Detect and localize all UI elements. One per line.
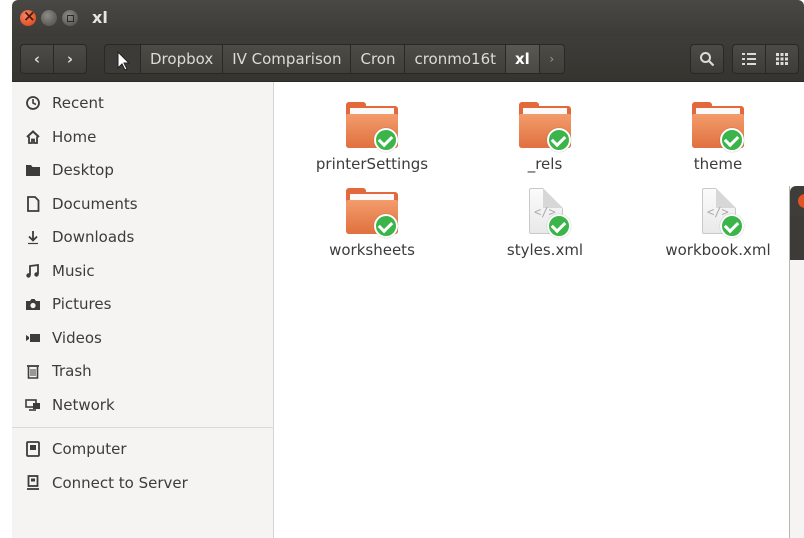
clock-icon [24,94,42,112]
sidebar-item-label: Music [52,262,95,280]
file-item-workbook-xml[interactable]: </> workbook.xml [643,178,793,259]
xml-file-icon: </> [519,188,571,238]
sync-check-icon [374,128,398,152]
sidebar-item-videos[interactable]: Videos [12,322,274,354]
sidebar-item-label: Documents [52,195,138,213]
sync-check-icon [720,128,744,152]
download-icon [24,228,42,246]
file-view: printerSettings _rels theme worksheets <… [275,82,804,538]
file-item-theme[interactable]: theme [643,92,793,173]
folder-icon [346,188,398,238]
file-name: workbook.xml [665,241,771,259]
sync-check-icon [720,214,744,238]
file-item-styles-xml[interactable]: </> styles.xml [470,178,620,259]
list-view-icon [742,53,756,65]
sidebar-item-network[interactable]: Network [12,389,274,421]
folder-icon [24,161,42,179]
xml-file-icon: </> [692,188,744,238]
server-icon [24,474,42,492]
sidebar-item-connect-to-server[interactable]: Connect to Server [12,467,274,499]
background-window-toolbar [790,216,804,260]
sync-check-icon [547,128,571,152]
sidebar-item-trash[interactable]: Trash [12,355,274,387]
maximize-window-button[interactable] [62,10,78,26]
mouse-pointer-icon [117,50,131,71]
file-name: theme [693,155,743,173]
chevron-right-icon: › [66,50,74,68]
sidebar-item-label: Home [52,128,97,146]
home-icon [24,128,42,146]
sidebar-item-label: Trash [52,362,92,380]
camera-icon [24,295,42,313]
sidebar-item-recent[interactable]: Recent [12,87,274,119]
breadcrumb-cron[interactable]: Cron [350,44,405,74]
file-item-worksheets[interactable]: worksheets [297,178,447,259]
network-icon [24,396,42,414]
minimize-window-button[interactable] [41,10,57,26]
sidebar-item-music[interactable]: Music [12,255,274,287]
close-window-button[interactable] [798,194,804,208]
sync-check-icon [374,214,398,238]
back-button[interactable]: ‹ [20,44,54,74]
sidebar-item-label: Pictures [52,295,112,313]
sidebar-item-pictures[interactable]: Pictures [12,288,274,320]
window-titlebar: xl [12,0,804,36]
sidebar-item-label: Connect to Server [52,474,188,492]
breadcrumb: Dropbox IV Comparison Cron cronmo16t xl … [104,44,565,74]
sidebar-divider [12,427,274,428]
sidebar-item-label: Downloads [52,228,135,246]
window-title: xl [92,8,108,27]
file-item-rels[interactable]: _rels [470,92,620,173]
folder-icon [519,102,571,152]
toolbar: ‹ › Dropbox IV Comparison Cron cronmo16t… [12,36,804,82]
breadcrumb-scroll-right[interactable]: › [538,44,565,74]
breadcrumb-iv-comparison[interactable]: IV Comparison [222,44,351,74]
sidebar-item-label: Network [52,396,115,414]
breadcrumb-dropbox[interactable]: Dropbox [140,44,223,74]
grid-view-icon [776,53,788,65]
sidebar-item-label: Recent [52,94,104,112]
background-window-titlebar [790,186,804,216]
breadcrumb-cronmo16t[interactable]: cronmo16t [404,44,505,74]
document-icon [24,195,42,213]
sync-check-icon [547,214,571,238]
trash-icon [24,362,42,380]
file-name: styles.xml [506,241,584,259]
music-icon [24,262,42,280]
grid-view-button[interactable] [765,44,799,74]
folder-icon [692,102,744,152]
sidebar-item-label: Videos [52,329,102,347]
folder-icon [346,102,398,152]
file-name: _rels [527,155,563,173]
sidebar-item-home[interactable]: Home [12,121,274,153]
file-item-printersettings[interactable]: printerSettings [297,92,447,173]
breadcrumb-scroll-left[interactable] [104,44,140,74]
list-view-button[interactable] [732,44,766,74]
sidebar: Recent Home Desktop Documents Downloads … [12,82,274,538]
sidebar-item-label: Desktop [52,161,114,179]
file-name: printerSettings [315,155,429,173]
background-window-edge[interactable] [789,186,804,538]
computer-icon [24,440,42,458]
sidebar-item-desktop[interactable]: Desktop [12,154,274,186]
file-name: worksheets [329,241,415,259]
search-button[interactable] [690,44,724,74]
close-window-button[interactable] [20,7,36,26]
sidebar-item-documents[interactable]: Documents [12,188,274,220]
search-icon [700,52,715,67]
chevron-left-icon: ‹ [33,50,41,68]
forward-button[interactable]: › [53,44,87,74]
video-icon [24,329,42,347]
sidebar-item-downloads[interactable]: Downloads [12,221,274,253]
breadcrumb-xl[interactable]: xl [505,44,539,74]
sidebar-item-label: Computer [52,440,127,458]
sidebar-item-computer[interactable]: Computer [12,433,274,465]
